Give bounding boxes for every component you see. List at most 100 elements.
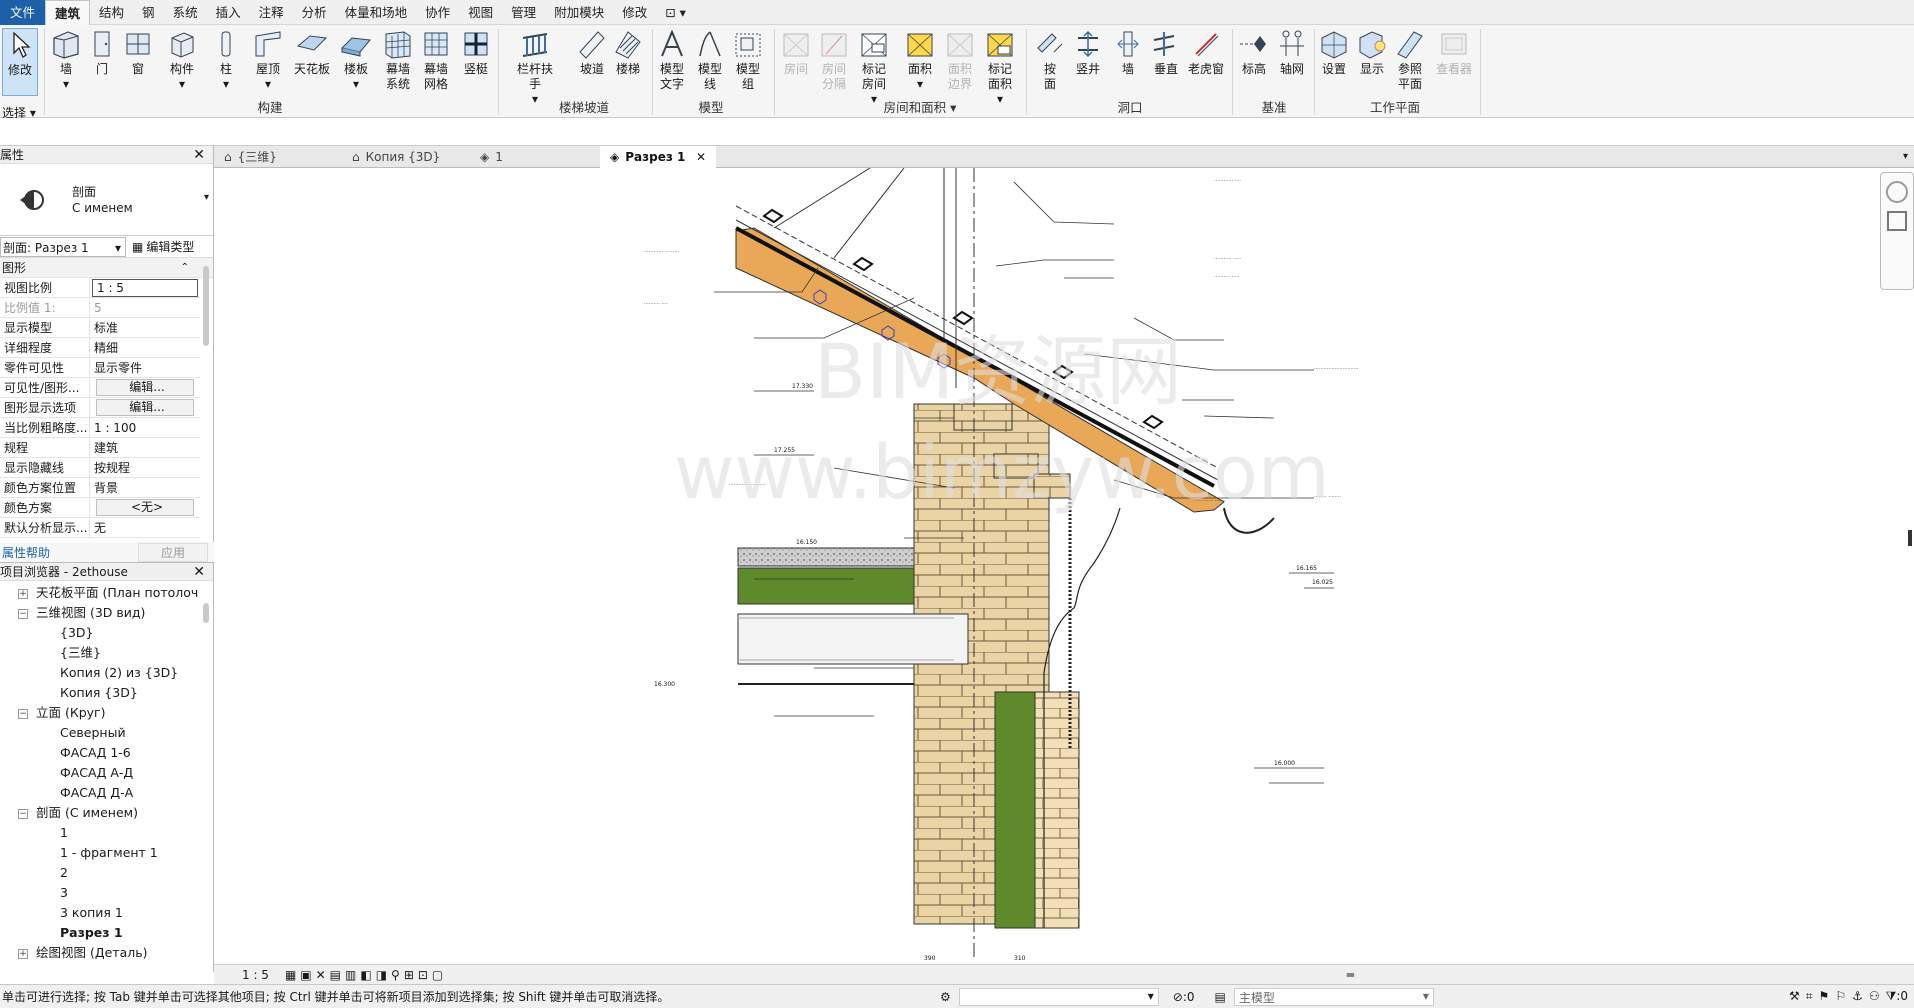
- model-group-button[interactable]: 模型 组: [730, 28, 766, 92]
- main-model-select[interactable]: 主模型 ▾: [1233, 987, 1434, 1006]
- view-scale-button[interactable]: 1 : 5: [242, 968, 269, 982]
- tab-analyze[interactable]: 分析: [293, 0, 336, 25]
- detail-level-select[interactable]: 精细: [90, 338, 200, 358]
- properties-help-link[interactable]: 属性帮助: [0, 544, 50, 561]
- tree-node-active-view[interactable]: Разрез 1: [60, 923, 123, 943]
- tree-node-view[interactable]: {三维}: [60, 643, 101, 663]
- tree-node-view[interactable]: 1 - фрагмент 1: [60, 843, 158, 863]
- edit-type-button[interactable]: ▦ 编辑类型: [132, 238, 194, 255]
- tabs-dropdown-icon[interactable]: ▾: [1903, 146, 1914, 167]
- funnel-icon[interactable]: ⧩: [1886, 989, 1897, 1003]
- tab-modify[interactable]: 修改: [613, 0, 656, 25]
- tab-architecture[interactable]: 建筑: [45, 0, 91, 25]
- tab-annotate[interactable]: 注释: [250, 0, 293, 25]
- tree-node-view[interactable]: 3 копия 1: [60, 903, 123, 923]
- ramp-button[interactable]: 坡道: [574, 28, 610, 77]
- room-separator-button[interactable]: 房间 分隔: [816, 28, 852, 92]
- drawing-canvas[interactable]: ············ ········· ·········· ···· ··…: [214, 168, 1914, 964]
- curtain-system-button[interactable]: 幕墙 系统: [380, 28, 416, 92]
- properties-scrollbar[interactable]: [203, 266, 209, 346]
- graphic-display-edit-button[interactable]: 编辑...: [96, 399, 194, 416]
- ceiling-button[interactable]: 天花板: [294, 28, 330, 77]
- tree-node-view[interactable]: ФАСАД А-Д: [60, 763, 133, 783]
- apply-button[interactable]: 应用: [138, 542, 208, 562]
- zoom-icon[interactable]: [1887, 211, 1907, 231]
- model-text-button[interactable]: 模型 文字: [654, 28, 690, 92]
- hidden-lines-select[interactable]: 按规程: [90, 458, 200, 478]
- tree-node-drafting-views[interactable]: + 绘图视图 (Деталь): [18, 943, 147, 963]
- tree-node-elevations[interactable]: − 立面 (Круг): [18, 703, 106, 723]
- tree-node-view[interactable]: Северный: [60, 723, 126, 743]
- tab-file[interactable]: 文件: [0, 0, 46, 25]
- tree-node-view[interactable]: 3: [60, 883, 68, 903]
- floor-button[interactable]: 楼板 ▾: [338, 28, 374, 92]
- browser-scrollbar[interactable]: [203, 603, 209, 623]
- tab-view-section-razrez[interactable]: ◈ Разрез 1 ✕: [600, 146, 716, 168]
- shaft-button[interactable]: 竖井: [1070, 28, 1106, 77]
- tab-view-section-1[interactable]: ◈ 1: [470, 146, 600, 168]
- model-line-button[interactable]: 模型 线: [692, 28, 728, 92]
- set-workplane-button[interactable]: 设置: [1316, 28, 1352, 77]
- tree-node-ceiling-plans[interactable]: + 天花板平面 (План потолоч: [18, 583, 198, 603]
- design-options-icon[interactable]: ▤: [1215, 990, 1226, 1004]
- tag-area-button[interactable]: 标记 面积 ▾: [982, 28, 1018, 107]
- grid-button[interactable]: 轴网: [1274, 28, 1310, 77]
- railing-button[interactable]: 栏杆扶手 ▾: [512, 28, 558, 107]
- area-boundary-button[interactable]: 面积 边界: [942, 28, 978, 92]
- tree-node-3d-views[interactable]: − 三维视图 (3D вид): [18, 603, 145, 623]
- graphics-group-header[interactable]: 图形 ⌃: [0, 258, 213, 278]
- analysis-display-select[interactable]: 无: [90, 518, 200, 538]
- tab-collaborate[interactable]: 协作: [416, 0, 459, 25]
- tab-massing[interactable]: 体量和场地: [336, 0, 417, 25]
- component-button[interactable]: 构件 ▾: [164, 28, 200, 92]
- type-selector[interactable]: 剖面 С именем ▾: [0, 164, 213, 236]
- workset-select[interactable]: ▾: [958, 987, 1159, 1006]
- coarse-scale-select[interactable]: 1 : 100: [90, 418, 200, 438]
- tab-steel[interactable]: 钢: [133, 0, 164, 25]
- tab-insert[interactable]: 插入: [207, 0, 250, 25]
- tree-node-view[interactable]: ФАСАД Д-А: [60, 783, 133, 803]
- color-scheme-button[interactable]: <无>: [96, 499, 194, 516]
- worksharing-icon[interactable]: ⚙: [940, 990, 951, 1004]
- color-scheme-location-select[interactable]: 背景: [90, 478, 200, 498]
- view-scale-input[interactable]: 1 : 5: [92, 278, 198, 297]
- tab-view-3d[interactable]: ⌂ {三维}: [214, 146, 342, 168]
- curtain-grid-button[interactable]: 幕墙 网格: [418, 28, 454, 92]
- opening-by-face-button[interactable]: 按 面: [1032, 28, 1068, 92]
- visibility-edit-button[interactable]: 编辑...: [96, 379, 194, 396]
- tree-node-sections[interactable]: − 剖面 (С именем): [18, 803, 138, 823]
- dormer-button[interactable]: 老虎窗: [1186, 28, 1226, 77]
- tag-room-button[interactable]: 标记 房间 ▾: [856, 28, 892, 107]
- tree-node-view[interactable]: ФАСАД 1-6: [60, 743, 131, 763]
- stair-button[interactable]: 楼梯: [610, 28, 646, 77]
- tab-view-copy-3d[interactable]: ⌂ Копия {3D}: [342, 146, 470, 168]
- viewer-button[interactable]: 查看器: [1432, 28, 1476, 77]
- filter-icon[interactable]: ⊘: [1173, 990, 1183, 1004]
- wall-button[interactable]: 墙 ▾: [48, 28, 84, 92]
- view-control-icons[interactable]: ▦▣✕▤▥◧◨⚲⊞⊡▢: [285, 968, 447, 982]
- room-button[interactable]: 房间: [778, 28, 814, 77]
- discipline-select[interactable]: 建筑: [90, 438, 200, 458]
- tree-node-view[interactable]: Копия (2) из {3D}: [60, 663, 178, 683]
- parts-visibility-select[interactable]: 显示零件: [90, 358, 200, 378]
- reference-plane-button[interactable]: 参照 平面: [1392, 28, 1428, 92]
- tree-node-view[interactable]: 2: [60, 863, 68, 883]
- selection-toggle-icons[interactable]: ⚒⌗⚑⚐⚓⚇: [1789, 989, 1886, 1004]
- room-panel-label[interactable]: 房间和面积 ▾: [850, 97, 990, 116]
- tab-addins[interactable]: 附加模块: [545, 0, 613, 25]
- roof-button[interactable]: 屋顶 ▾: [250, 28, 286, 92]
- tab-view[interactable]: 视图: [459, 0, 502, 25]
- display-model-select[interactable]: 标准: [90, 318, 200, 338]
- tab-structure[interactable]: 结构: [90, 0, 133, 25]
- show-workplane-button[interactable]: 显示: [1354, 28, 1390, 77]
- area-button[interactable]: 面积 ▾: [902, 28, 938, 92]
- tree-node-view[interactable]: 1: [60, 823, 68, 843]
- vertical-opening-button[interactable]: 垂直: [1148, 28, 1184, 77]
- level-button[interactable]: 标高: [1236, 28, 1272, 77]
- tab-manage[interactable]: 管理: [502, 0, 545, 25]
- ribbon-options-icon[interactable]: ⊡ ▾: [656, 0, 695, 25]
- steering-wheel-icon[interactable]: [1886, 181, 1908, 203]
- view-scrollbar[interactable]: [1908, 530, 1912, 546]
- column-button[interactable]: 柱 ▾: [208, 28, 244, 92]
- wall-opening-button[interactable]: 墙: [1110, 28, 1146, 77]
